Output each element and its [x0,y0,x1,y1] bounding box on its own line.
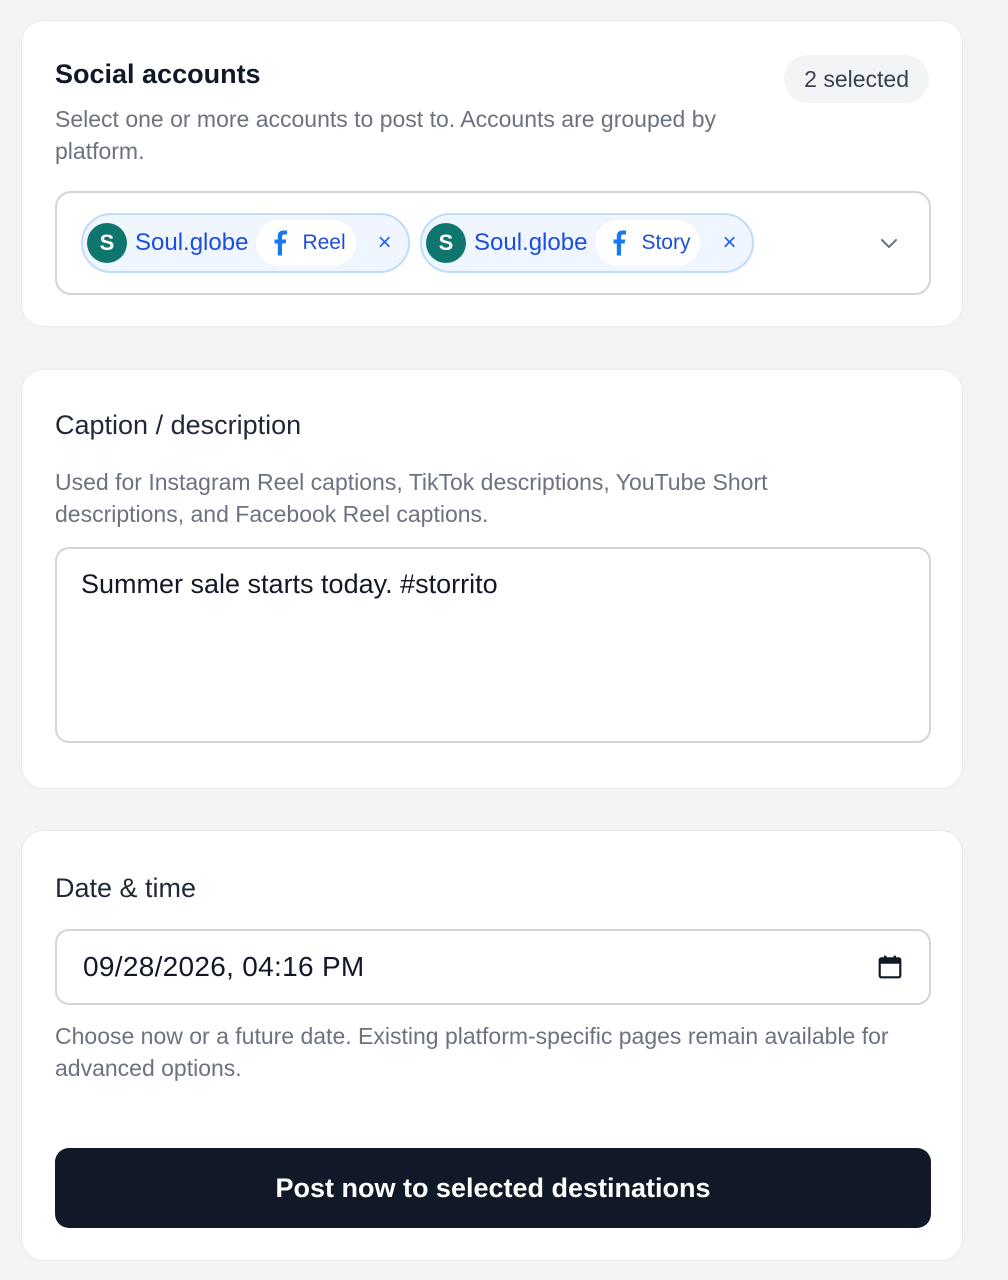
platform-tag: Story [595,220,701,266]
post-now-button[interactable]: Post now to selected destinations [55,1148,931,1228]
datetime-label: Date & time [55,873,197,903]
social-accounts-card: Social accounts 2 selected Select one or… [21,20,963,327]
social-accounts-help: Select one or more accounts to post to. … [55,106,717,164]
datetime-card: Date & time 09/28/2026, 04:16 PM Choose … [21,830,963,1261]
remove-chip-button[interactable]: × [378,231,392,255]
caption-textarea[interactable]: Summer sale starts today. #storrito [55,547,931,743]
facebook-icon [274,230,288,256]
social-accounts-title: Social accounts [55,59,261,89]
datetime-input[interactable]: 09/28/2026, 04:16 PM [55,929,931,1005]
account-name: Soul.globe [135,229,249,256]
accounts-picker[interactable]: S Soul.globe Reel × S Soul.globe Story × [55,191,931,295]
datetime-help: Choose now or a future date. Existing pl… [55,1023,889,1081]
chevron-down-icon[interactable] [877,231,901,255]
post-type-label: Reel [302,231,346,254]
avatar: S [87,223,127,263]
account-chip-story: S Soul.globe Story × [420,213,755,273]
caption-card: Caption / description Used for Instagram… [21,369,963,789]
account-name: Soul.globe [474,229,588,256]
selected-count-badge: 2 selected [784,55,929,103]
remove-chip-button[interactable]: × [722,231,736,255]
caption-label: Caption / description [55,410,302,440]
facebook-icon [613,230,627,256]
caption-help: Used for Instagram Reel captions, TikTok… [55,469,768,527]
calendar-icon[interactable] [877,954,903,980]
datetime-value: 09/28/2026, 04:16 PM [83,951,365,982]
avatar: S [426,223,466,263]
platform-tag: Reel [256,220,356,266]
account-chip-reel: S Soul.globe Reel × [81,213,410,273]
post-type-label: Story [641,231,691,254]
